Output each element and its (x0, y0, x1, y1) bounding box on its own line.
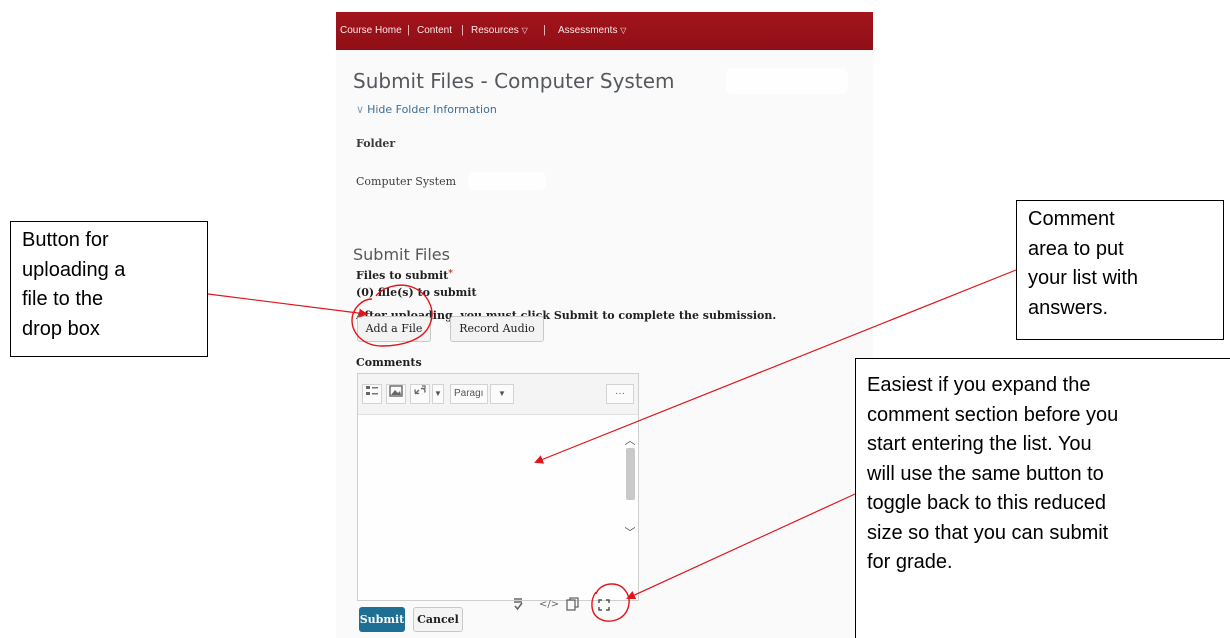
spellcheck-icon[interactable] (512, 597, 524, 614)
hide-folder-link-label: Hide Folder Information (367, 103, 497, 116)
insert-menu-toggle[interactable]: ▼ (432, 384, 444, 404)
code-view-icon[interactable]: </> (539, 599, 559, 610)
image-icon (389, 385, 403, 397)
callout-upload-button: Button for uploading a file to the drop … (10, 221, 208, 357)
callout-comment-area: Comment area to put your list with answe… (1016, 200, 1224, 340)
paragraph-style-toggle[interactable]: ▼ (490, 384, 514, 404)
more-actions-button[interactable]: ··· (606, 384, 634, 404)
scroll-up-icon[interactable]: ︿ (624, 432, 636, 448)
insert-link-button[interactable] (410, 384, 430, 404)
paragraph-style-select[interactable]: Paragı (450, 384, 488, 404)
required-marker: * (448, 269, 453, 279)
nav-course-home[interactable]: Course Home (340, 25, 402, 36)
files-to-submit-text: Files to submit (356, 269, 449, 282)
redaction-mask (468, 172, 546, 190)
redaction-mask (726, 68, 848, 94)
nav-assessments-label: Assessments (558, 25, 618, 36)
nav-content[interactable]: Content (417, 25, 452, 36)
nav-separator: | (461, 24, 464, 36)
cancel-button[interactable]: Cancel (413, 607, 463, 632)
folder-value: Computer System (356, 175, 457, 188)
screenshot-panel: Course Home | Content | Resources ▽ | As… (336, 12, 873, 638)
nav-resources-label: Resources (471, 25, 519, 36)
nav-separator: | (543, 24, 546, 36)
insert-stuff-icon (366, 386, 378, 395)
page-title: Submit Files - Computer System (353, 69, 675, 93)
submit-button[interactable]: Submit (359, 607, 405, 632)
caret-down-icon: ▼ (434, 389, 442, 398)
insert-stuff-button[interactable] (362, 384, 382, 404)
comments-label: Comments (356, 356, 422, 369)
callout-expand-comment: Easiest if you expand the comment sectio… (855, 358, 1230, 638)
preview-icon[interactable] (566, 597, 579, 614)
link-icon (414, 385, 426, 395)
scroll-thumb[interactable] (626, 448, 635, 500)
chevron-down-icon: ▽ (521, 26, 528, 35)
nav-separator: | (407, 24, 410, 36)
record-audio-button[interactable]: Record Audio (450, 316, 544, 342)
comment-editor: ▼ Paragı ▼ ··· ︿ ﹀ (357, 373, 639, 601)
nav-assessments[interactable]: Assessments ▽ (558, 25, 626, 36)
fullscreen-icon[interactable] (598, 599, 610, 614)
chevron-down-icon: ∨ (356, 103, 365, 116)
editor-toolbar: ▼ Paragı ▼ ··· (358, 374, 638, 415)
editor-scrollbar[interactable]: ︿ ﹀ (624, 424, 636, 574)
chevron-down-icon: ▽ (620, 26, 627, 35)
add-file-button[interactable]: Add a File (357, 316, 431, 342)
comment-textarea[interactable] (358, 415, 622, 565)
insert-image-button[interactable] (386, 384, 406, 404)
folder-label: Folder (356, 137, 396, 150)
course-navbar: Course Home | Content | Resources ▽ | As… (336, 12, 873, 50)
submit-files-heading: Submit Files (353, 245, 450, 264)
file-count: (0) file(s) to submit (356, 286, 477, 299)
files-to-submit-label: Files to submit* (356, 269, 453, 282)
scroll-down-icon[interactable]: ﹀ (624, 524, 636, 540)
hide-folder-link[interactable]: ∨ Hide Folder Information (356, 103, 497, 116)
nav-resources[interactable]: Resources ▽ (471, 25, 528, 36)
caret-down-icon: ▼ (498, 389, 506, 398)
